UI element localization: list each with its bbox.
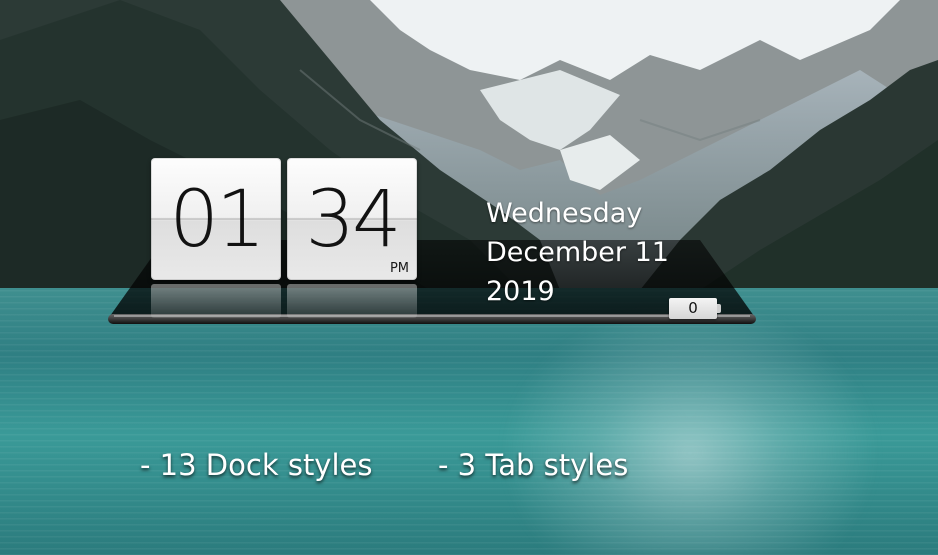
minutes-digits: 34 bbox=[305, 175, 401, 265]
date-display: Wednesday December 11 2019 bbox=[486, 194, 669, 311]
am-pm-label: PM bbox=[389, 261, 409, 276]
hours-digits: 01 bbox=[169, 175, 265, 265]
hours-card-reflection bbox=[151, 284, 281, 318]
minutes-flip-card[interactable]: 34 PM bbox=[287, 158, 417, 280]
year-label: 2019 bbox=[486, 276, 555, 307]
battery-indicator[interactable]: 0 bbox=[669, 298, 721, 319]
month-day-label: December 11 bbox=[486, 237, 669, 268]
tab-styles-caption: - 3 Tab styles bbox=[438, 448, 629, 482]
dock-styles-caption: - 13 Dock styles bbox=[140, 448, 373, 482]
minutes-card-reflection bbox=[287, 284, 417, 318]
weekday-label: Wednesday bbox=[486, 198, 643, 229]
battery-level-label: 0 bbox=[688, 299, 698, 317]
hours-flip-card[interactable]: 01 bbox=[151, 158, 281, 280]
